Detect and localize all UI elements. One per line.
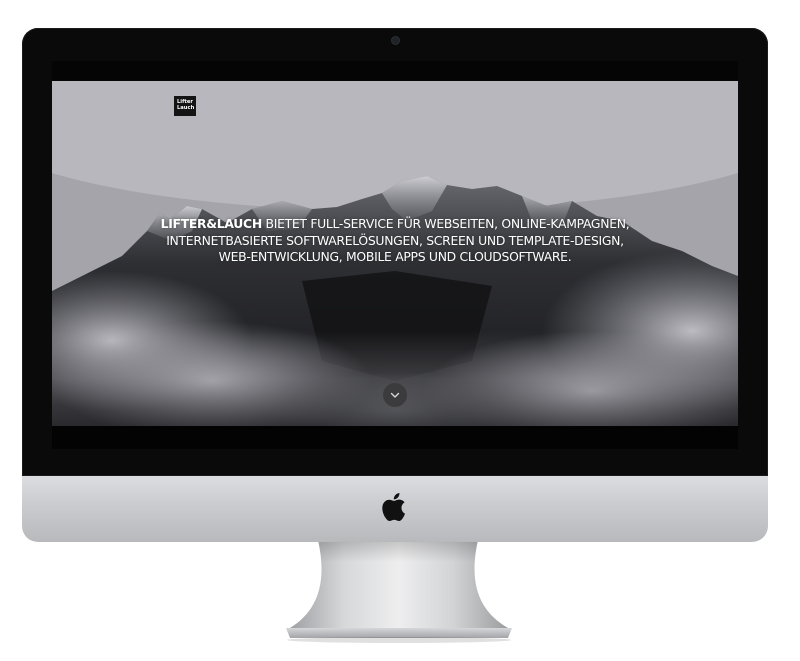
imac-mockup: Lifter Lauch LIFTER&LAUCH BIETET FULL-SE… bbox=[0, 0, 800, 661]
chevron-down-icon bbox=[390, 392, 400, 398]
site-logo[interactable]: Lifter Lauch bbox=[174, 96, 196, 116]
hero-section: Lifter Lauch LIFTER&LAUCH BIETET FULL-SE… bbox=[52, 81, 738, 426]
camera-icon bbox=[392, 37, 399, 44]
screen: Lifter Lauch LIFTER&LAUCH BIETET FULL-SE… bbox=[52, 61, 738, 449]
imac-chin bbox=[22, 476, 768, 542]
browser-top-bar bbox=[52, 61, 738, 81]
browser-bottom-bar bbox=[52, 426, 738, 449]
scroll-down-button[interactable] bbox=[383, 383, 407, 407]
apple-logo-icon bbox=[382, 493, 405, 522]
logo-line-2: Lauch bbox=[177, 105, 195, 111]
imac-display-bezel: Lifter Lauch LIFTER&LAUCH BIETET FULL-SE… bbox=[22, 28, 768, 476]
hero-headline: LIFTER&LAUCH BIETET FULL-SERVICE FÜR WEB… bbox=[155, 216, 635, 266]
headline-brand: LIFTER&LAUCH bbox=[160, 216, 263, 231]
